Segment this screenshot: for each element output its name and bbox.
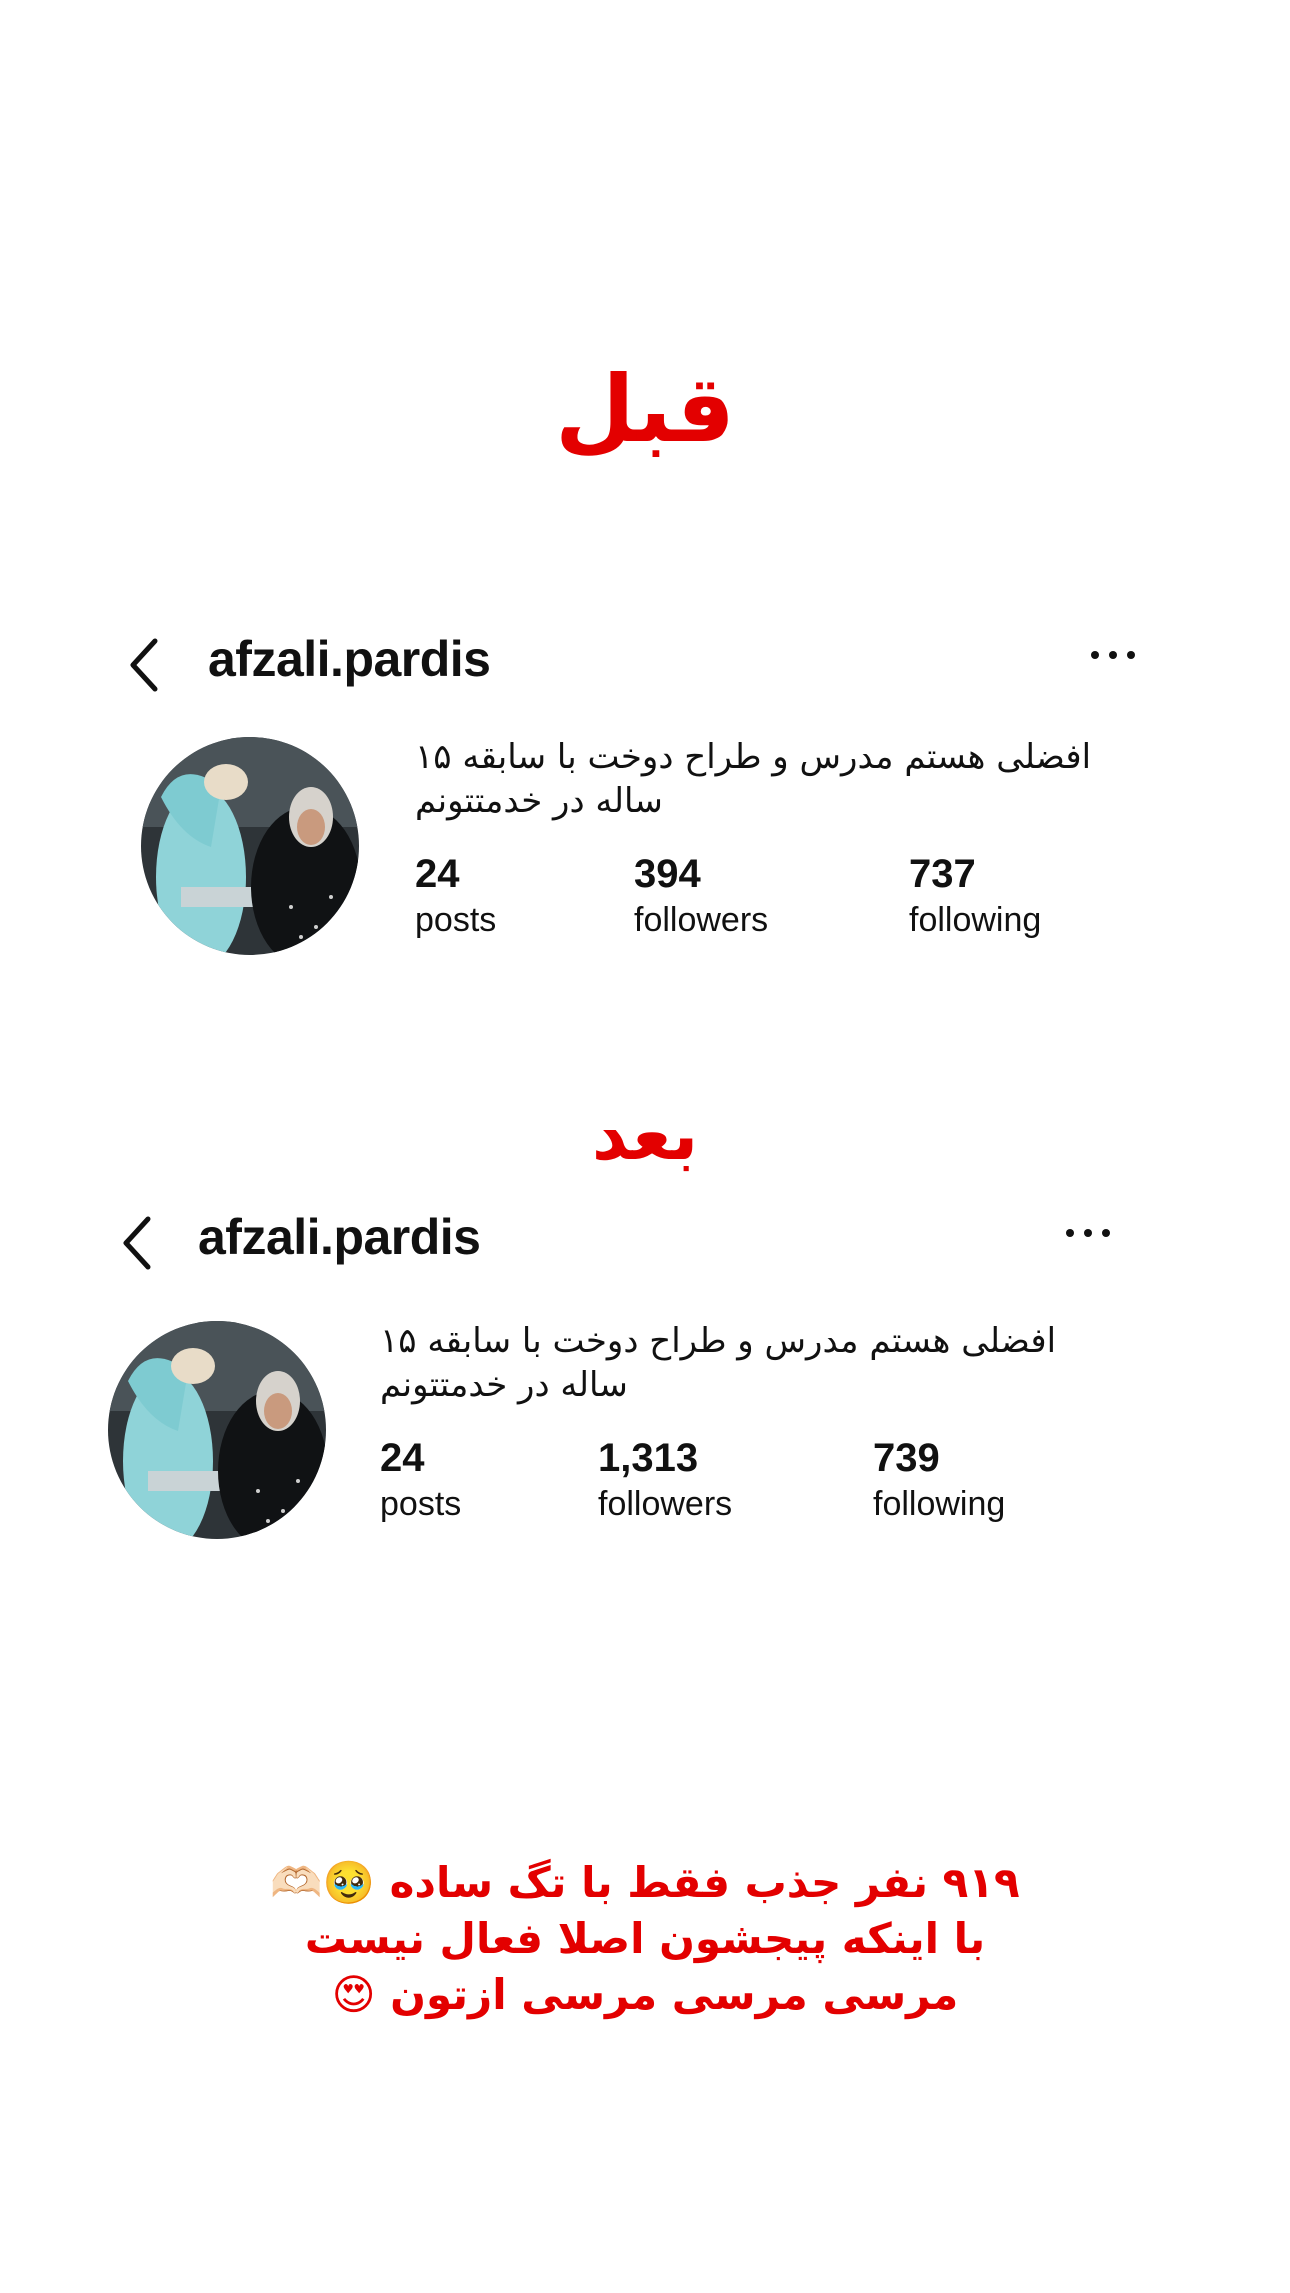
bio-line: ساله در خدمتتونم [380,1365,628,1405]
posts-label: posts [380,1485,462,1523]
following-count: 737 [909,852,976,896]
stat-followers[interactable]: 1,313 followers [598,1434,732,1526]
promo-caption: ۹۱۹ نفر جذب فقط با تگ ساده 🥹🫶🏻 با اینکه … [0,1855,1290,2023]
profile-username: afzali.pardis [198,1209,481,1265]
following-count: 739 [873,1436,940,1480]
stat-following[interactable]: 737 following [909,850,1041,942]
posts-label: posts [415,901,497,939]
chevron-left-icon[interactable] [125,635,165,695]
followers-count: 394 [634,852,701,896]
following-label: following [909,901,1042,939]
profile-header-before: afzali.pardis افضلی هستم مدرس و طراح دوخ… [0,615,1290,955]
profile-bio: افضلی هستم مدرس و طراح دوخت با سابقه ۱۵ … [415,735,1115,823]
stat-posts[interactable]: 24 posts [415,850,496,942]
bio-line: افضلی هستم مدرس و طراح دوخت با سابقه ۱۵ [415,737,1092,777]
after-label: بعد [591,1094,699,1176]
more-horizontal-icon[interactable] [1088,645,1138,665]
profile-avatar[interactable] [108,1321,326,1539]
stat-followers[interactable]: 394 followers [634,850,768,942]
profile-avatar[interactable] [141,737,359,955]
following-label: following [873,1485,1006,1523]
chevron-left-icon[interactable] [118,1213,158,1273]
before-label: قبل [555,356,735,463]
profile-bio: افضلی هستم مدرس و طراح دوخت با سابقه ۱۵ … [380,1319,1080,1407]
profile-header-after: afzali.pardis افضلی هستم مدرس و طراح دوخ… [0,1193,1290,1539]
followers-count: 1,313 [598,1436,699,1480]
profile-username: afzali.pardis [208,631,491,687]
followers-label: followers [634,901,769,939]
followers-label: followers [598,1485,733,1523]
bio-line: افضلی هستم مدرس و طراح دوخت با سابقه ۱۵ [380,1321,1057,1361]
caption-line: مرسی مرسی مرسی ازتون 😍 [331,1970,959,2019]
posts-count: 24 [380,1436,425,1480]
more-horizontal-icon[interactable] [1063,1223,1113,1243]
caption-line: با اینکه پیجشون اصلا فعال نیست [304,1914,986,1963]
stat-following[interactable]: 739 following [873,1434,1005,1526]
stat-posts[interactable]: 24 posts [380,1434,461,1526]
posts-count: 24 [415,852,460,896]
caption-line: ۹۱۹ نفر جذب فقط با تگ ساده 🥹🫶🏻 [270,1858,1020,1907]
bio-line: ساله در خدمتتونم [415,781,663,821]
